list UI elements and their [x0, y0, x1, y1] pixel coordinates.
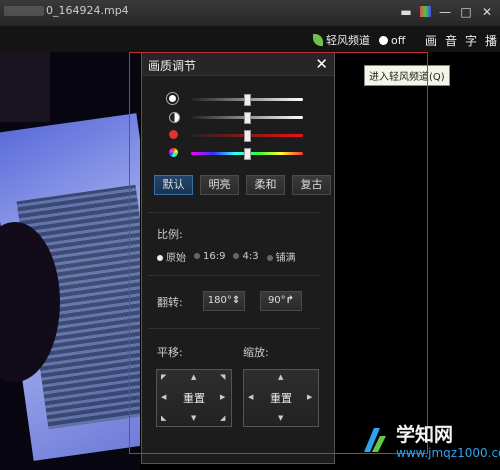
red-dot-icon [169, 130, 178, 139]
radio-icon [157, 255, 163, 261]
radio-icon [266, 255, 273, 261]
tab-picture[interactable]: 画 [425, 32, 437, 49]
divider [148, 275, 320, 276]
rotate-90-button[interactable]: 90°↱ [260, 291, 302, 311]
contrast-slider[interactable] [169, 111, 335, 124]
player-tabs: 画 音 字 播 [425, 32, 497, 49]
minimize-icon[interactable]: — [438, 5, 452, 19]
chat-icon[interactable]: ▬ [399, 5, 413, 19]
pan-pad: ◤ ▲ ◥ ◀ 重置 ▶ ◣ ▼ ◢ [156, 369, 232, 427]
brightness-slider[interactable] [169, 93, 335, 106]
ratio-label: 比例: [157, 228, 183, 241]
window-titlebar: 0_164924.mp4 ▬ — □ ✕ [0, 0, 500, 27]
breeze-tooltip: 进入轻风频道(Q) [364, 65, 450, 86]
arrow-down-icon[interactable]: ▼ [191, 414, 196, 422]
breeze-channel-toggle[interactable]: 轻风频道 off [313, 32, 405, 48]
zoom-reset-button[interactable]: 重置 [266, 390, 296, 406]
arrow-up-icon[interactable]: ▲ [191, 373, 196, 381]
panel-header: 画质调节 ✕ [142, 53, 334, 76]
divider [148, 328, 320, 329]
ratio-original-option[interactable]: 原始 [157, 249, 186, 264]
ratio-fill-option[interactable]: 铺满 [266, 249, 296, 264]
arrow-down-right-icon[interactable]: ◢ [220, 414, 225, 422]
video-area[interactable] [0, 52, 140, 470]
rotate-arrow-icon: ↱ [285, 295, 295, 306]
arrow-right-icon[interactable]: ▶ [220, 393, 225, 401]
watermark-url: www.jmqz1000.com [396, 446, 500, 460]
watermark-text: 学知网 [396, 424, 454, 446]
slider-knob[interactable] [244, 148, 251, 160]
radio-icon [233, 253, 240, 259]
slider-knob[interactable] [244, 94, 251, 106]
zoom-down-icon[interactable]: ▼ [278, 414, 283, 422]
arrow-up-left-icon[interactable]: ◤ [161, 373, 166, 381]
radio-icon [194, 253, 200, 259]
arrow-left-icon[interactable]: ◀ [161, 393, 166, 401]
skin-icon[interactable] [420, 6, 431, 17]
ratio-options: 原始 16:9 4:3 铺满 [157, 249, 296, 264]
preset-soft-button[interactable]: 柔和 [246, 175, 285, 195]
color-wheel-icon [169, 148, 178, 157]
maximize-icon[interactable]: □ [459, 5, 473, 19]
saturation-slider[interactable] [169, 129, 335, 142]
close-icon[interactable]: ✕ [315, 55, 328, 73]
slider-knob[interactable] [244, 130, 251, 142]
ratio-4-3-option[interactable]: 4:3 [233, 251, 259, 262]
contrast-icon [169, 112, 180, 123]
ratio-16-9-option[interactable]: 16:9 [194, 251, 225, 262]
close-window-icon[interactable]: ✕ [480, 5, 494, 19]
pan-reset-button[interactable]: 重置 [179, 390, 209, 406]
hue-slider[interactable] [169, 147, 335, 160]
toggle-dot-icon [379, 35, 388, 45]
preset-group: 默认 明亮 柔和 复古 [154, 175, 331, 195]
sun-icon [169, 95, 176, 102]
site-logo-icon [364, 428, 386, 452]
flip-180-button[interactable]: 180°⇕ [203, 291, 245, 311]
zoom-label: 缩放: [243, 346, 269, 359]
panel-title: 画质调节 [148, 59, 197, 73]
preset-default-button[interactable]: 默认 [154, 175, 193, 195]
breeze-state: off [391, 33, 406, 47]
preset-bright-button[interactable]: 明亮 [200, 175, 239, 195]
pan-label: 平移: [157, 346, 183, 359]
divider [148, 212, 320, 213]
flip-label: 翻转: [157, 296, 183, 309]
arrow-down-left-icon[interactable]: ◣ [161, 414, 166, 422]
flip-vertical-icon: ⇕ [231, 295, 241, 306]
site-watermark: 学知网 www.jmqz1000.com [362, 418, 500, 470]
zoom-pad: ▲ ◀ 重置 ▶ ▼ [243, 369, 319, 427]
zoom-right-icon[interactable]: ▶ [307, 393, 312, 401]
tab-audio[interactable]: 音 [445, 32, 457, 49]
arrow-up-right-icon[interactable]: ◥ [220, 373, 225, 381]
tab-play[interactable]: 播 [485, 32, 497, 49]
zoom-left-icon[interactable]: ◀ [248, 393, 253, 401]
window-title: 0_164924.mp4 [4, 4, 129, 17]
zoom-up-icon[interactable]: ▲ [278, 373, 283, 381]
leaf-icon [313, 34, 323, 46]
tab-subtitle[interactable]: 字 [465, 32, 477, 49]
breeze-channel-label: 轻风频道 [326, 34, 370, 47]
slider-knob[interactable] [244, 112, 251, 124]
preset-retro-button[interactable]: 复古 [292, 175, 331, 195]
